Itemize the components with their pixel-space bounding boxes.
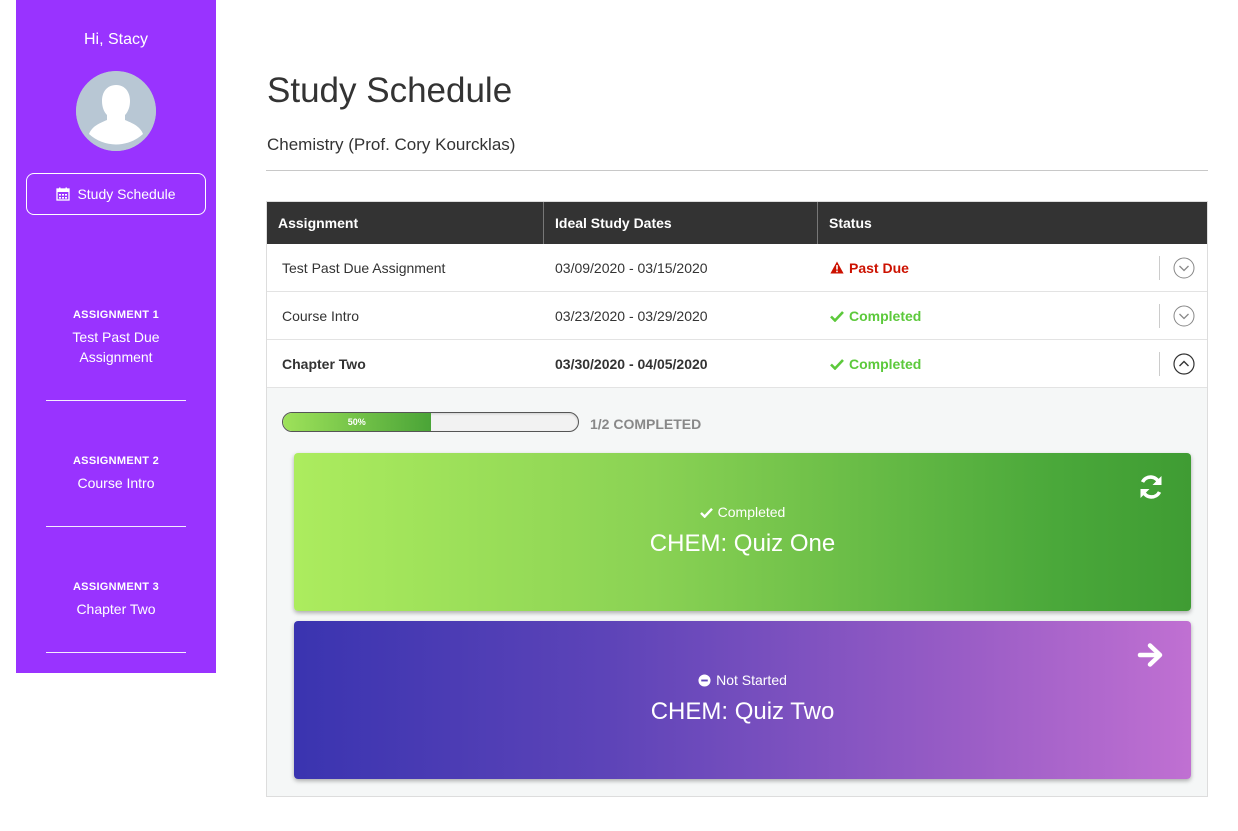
sidebar-assignment-3[interactable]: ASSIGNMENT 3 Chapter Two [16,581,216,619]
start-button[interactable] [1137,641,1165,669]
user-silhouette-icon [76,71,156,151]
sidebar: Hi, Stacy Study Schedule ASSIGNMENT 1 Te… [16,0,216,673]
chevron-up-icon [1172,353,1195,375]
chevron-down-icon [1173,257,1194,279]
expanded-panel: 50% 1/2 COMPLETED Completed CHEM: Quiz O… [267,388,1207,796]
progress-fill: 50% [283,413,431,431]
card-status: Completed [294,504,1191,520]
progress-text: 1/2 COMPLETED [590,416,702,432]
sidebar-assignment-1[interactable]: ASSIGNMENT 1 Test Past Due Assignment [16,309,216,367]
refresh-icon [1140,475,1162,499]
row-dates: 03/30/2020 - 04/05/2020 [555,355,708,372]
arrow-right-icon [1137,643,1163,667]
table-row[interactable]: Course Intro 03/23/2020 - 03/29/2020 Com… [267,292,1207,340]
sidebar-divider [46,652,186,653]
study-schedule-label: Study Schedule [77,186,176,202]
table-header: Assignment Ideal Study Dates Status [267,202,1207,244]
course-name: Chemistry (Prof. Cory Kourcklas) [267,135,516,154]
status-text: Past Due [849,259,909,276]
avatar [76,71,156,151]
assignment-number: ASSIGNMENT 3 [72,581,160,593]
card-status-text: Not Started [716,672,787,688]
row-assignment: Course Intro [282,307,360,324]
check-icon [830,310,844,322]
check-icon [830,358,844,370]
row-assignment: Chapter Two [282,355,366,372]
card-status-text: Completed [717,504,786,520]
table-row[interactable]: Test Past Due Assignment 03/09/2020 - 03… [267,244,1207,292]
greeting: Hi, Stacy [83,31,148,48]
expand-toggle[interactable] [1159,256,1207,280]
assignment-name: Course Intro [77,475,155,491]
row-dates: 03/23/2020 - 03/29/2020 [555,307,708,324]
row-status: Completed [818,356,1207,372]
card-title: CHEM: Quiz One [649,530,836,557]
sidebar-divider [46,526,186,527]
retake-button[interactable] [1137,473,1165,501]
status-text: Completed [849,355,922,372]
assignment-name: Chapter Two [76,601,156,617]
divider [266,170,1208,171]
table-row[interactable]: Chapter Two 03/30/2020 - 04/05/2020 Comp… [267,340,1207,388]
header-dates: Ideal Study Dates [544,202,818,244]
quiz-card-not-started[interactable]: Not Started CHEM: Quiz Two [294,621,1191,779]
quiz-card-completed[interactable]: Completed CHEM: Quiz One [294,453,1191,611]
assignment-number: ASSIGNMENT 1 [72,309,160,321]
check-icon [699,507,713,518]
row-status: Completed [818,308,1207,324]
warning-icon [830,261,844,274]
row-assignment: Test Past Due Assignment [282,259,446,276]
header-status: Status [829,215,872,231]
assignment-name: Test Past Due Assignment [72,329,160,365]
expand-toggle[interactable] [1159,304,1207,328]
row-dates: 03/09/2020 - 03/15/2020 [555,259,708,276]
status-text: Completed [849,307,922,324]
card-status: Not Started [294,672,1191,688]
study-schedule-button[interactable]: Study Schedule [26,173,206,215]
assignment-number: ASSIGNMENT 2 [72,455,160,467]
chevron-down-icon [1173,305,1194,327]
page-title: Study Schedule [267,71,513,110]
card-title: CHEM: Quiz Two [650,698,835,725]
assignments-table: Assignment Ideal Study Dates Status Test… [266,201,1208,797]
calendar-icon [56,187,71,201]
sidebar-assignment-2[interactable]: ASSIGNMENT 2 Course Intro [16,455,216,493]
row-status: Past Due [818,260,1207,276]
progress-bar: 50% [282,412,579,432]
sidebar-divider [46,400,186,401]
minus-circle-icon [698,673,711,687]
collapse-toggle[interactable] [1159,352,1207,376]
header-assignment: Assignment [267,202,544,244]
